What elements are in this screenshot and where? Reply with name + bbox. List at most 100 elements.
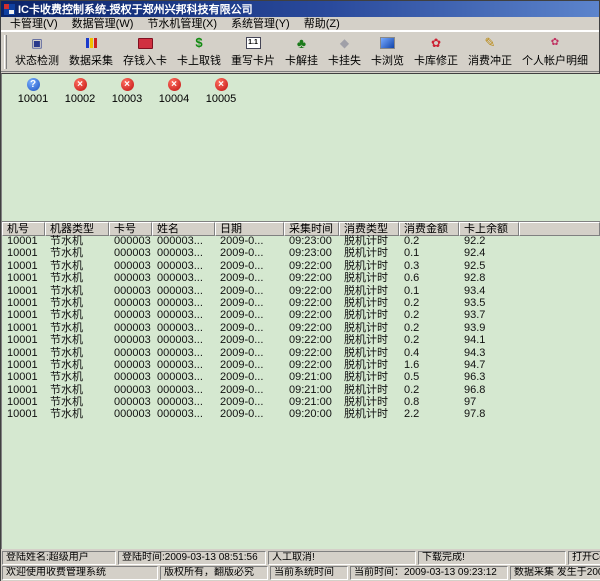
status-copyright: 版权所有，翻版必究 — [160, 566, 268, 580]
status-row-1: 登陆姓名:超级用户登陆时间:2009-03-13 08:51:56人工取消!下载… — [1, 551, 600, 565]
menu-bar: 卡管理(V)数据管理(W)节水机管理(X)系统管理(Y)帮助(Z) — [1, 17, 599, 31]
column-header-7[interactable]: 消费金额 — [399, 222, 459, 236]
table-row[interactable]: 10001节水机000003000003...2009-0...09:23:00… — [2, 247, 600, 259]
status-com-port: 打开Com3失 — [568, 551, 600, 565]
toolbar-button-label: 卡解挂 — [285, 52, 318, 68]
toolbar-button-label: 卡上取钱 — [177, 52, 221, 68]
column-header-2[interactable]: 卡号 — [109, 222, 152, 236]
table-row[interactable]: 10001节水机000003000003...2009-0...09:22:00… — [2, 297, 600, 309]
status-welcome: 欢迎使用收费管理系统 — [2, 566, 158, 580]
table-row[interactable]: 10001节水机000003000003...2009-0...09:22:00… — [2, 359, 600, 371]
data-collect-icon — [83, 35, 99, 51]
deposit-card-button[interactable]: 存钱入卡 — [119, 34, 171, 69]
personal-account-button[interactable]: 个人帐户明细 — [518, 34, 592, 69]
table-row[interactable]: 10001节水机000003000003...2009-0...09:21:00… — [2, 371, 600, 383]
table-cell: 节水机 — [45, 384, 109, 396]
table-cell: 09:22:00 — [284, 285, 339, 297]
table-cell: 0.2 — [399, 322, 459, 334]
data-collect-button[interactable]: 数据采集 — [65, 34, 117, 69]
menu-item-3[interactable]: 系统管理(Y) — [224, 17, 297, 31]
status-collect-event: 数据采集 发生于2009 — [510, 566, 600, 580]
table-cell: 2009-0... — [215, 309, 284, 321]
column-header-5[interactable]: 采集时间 — [284, 222, 339, 236]
table-cell: 09:22:00 — [284, 322, 339, 334]
status-systime-label: 当前系统时间 — [270, 566, 348, 580]
machine-item-10004[interactable]: ×10004 — [151, 78, 197, 105]
table-cell: 节水机 — [45, 347, 109, 359]
table-row[interactable]: 10001节水机000003000003...2009-0...09:21:00… — [2, 384, 600, 396]
status-check-button[interactable]: 状态检测 — [11, 34, 63, 69]
consume-reverse-button[interactable]: 消费冲正 — [464, 34, 516, 69]
table-cell: 000003 — [109, 334, 152, 346]
status-login-time: 登陆时间:2009-03-13 08:51:56 — [118, 551, 266, 565]
table-cell: 节水机 — [45, 309, 109, 321]
table-cell: 2009-0... — [215, 396, 284, 408]
table-cell: 93.5 — [459, 297, 519, 309]
column-header-6[interactable]: 消费类型 — [339, 222, 399, 236]
column-header-1[interactable]: 机器类型 — [45, 222, 109, 236]
machine-id-label: 10004 — [159, 93, 190, 105]
table-row[interactable]: 10001节水机000003000003...2009-0...09:22:00… — [2, 285, 600, 297]
table-cell: 97 — [459, 396, 519, 408]
table-cell: 2009-0... — [215, 347, 284, 359]
table-cell: 000003... — [152, 272, 215, 284]
card-unfreeze-button[interactable]: 卡解挂 — [281, 34, 322, 69]
table-row[interactable]: 10001节水机000003000003...2009-0...09:22:00… — [2, 322, 600, 334]
table-cell: 92.5 — [459, 260, 519, 272]
menu-item-0[interactable]: 卡管理(V) — [3, 17, 65, 31]
table-cell: 09:21:00 — [284, 371, 339, 383]
table-cell: 000003 — [109, 285, 152, 297]
machine-item-10003[interactable]: ×10003 — [104, 78, 150, 105]
machine-item-10005[interactable]: ×10005 — [198, 78, 244, 105]
toolbar-gripper[interactable] — [4, 35, 7, 69]
table-row[interactable]: 10001节水机000003000003...2009-0...09:22:00… — [2, 334, 600, 346]
table-row[interactable]: 10001节水机000003000003...2009-0...09:22:00… — [2, 309, 600, 321]
table-cell: 10001 — [2, 272, 45, 284]
table-cell: 0.2 — [399, 384, 459, 396]
table-cell: 93.9 — [459, 322, 519, 334]
table-row[interactable]: 10001节水机000003000003...2009-0...09:22:00… — [2, 260, 600, 272]
table-row[interactable]: 10001节水机000003000003...2009-0...09:22:00… — [2, 272, 600, 284]
table-cell: 000003 — [109, 260, 152, 272]
error-status-icon: × — [74, 78, 87, 91]
column-header-3[interactable]: 姓名 — [152, 222, 215, 236]
toolbar-button-label: 个人帐户明细 — [522, 52, 588, 68]
card-db-fix-button[interactable]: 卡库修正 — [410, 34, 462, 69]
menu-item-2[interactable]: 节水机管理(X) — [140, 17, 224, 31]
table-cell: 脱机计时 — [339, 309, 399, 321]
table-cell: 09:22:00 — [284, 359, 339, 371]
menu-item-1[interactable]: 数据管理(W) — [65, 17, 141, 31]
table-row[interactable]: 10001节水机000003000003...2009-0...09:21:00… — [2, 396, 600, 408]
table-cell: 节水机 — [45, 408, 109, 420]
table-cell: 节水机 — [45, 247, 109, 259]
table-row[interactable]: 10001节水机000003000003...2009-0...09:22:00… — [2, 347, 600, 359]
app-window: IC卡收费控制系统-授权于郑州兴邦科技有限公司 卡管理(V)数据管理(W)节水机… — [0, 0, 600, 581]
table-cell: 10001 — [2, 260, 45, 272]
table-cell: 2009-0... — [215, 384, 284, 396]
card-unfreeze-icon — [294, 35, 310, 51]
column-header-4[interactable]: 日期 — [215, 222, 284, 236]
table-cell: 0.5 — [399, 371, 459, 383]
card-browse-button[interactable]: 卡浏览 — [367, 34, 408, 69]
card-db-fix-icon — [428, 35, 444, 51]
table-cell: 000003 — [109, 396, 152, 408]
machine-item-10002[interactable]: ×10002 — [57, 78, 103, 105]
rewrite-card-button[interactable]: 重写卡片 — [227, 34, 279, 69]
status-row-2: 欢迎使用收费管理系统版权所有，翻版必究当前系统时间当前时间：2009-03-13… — [1, 566, 600, 580]
menu-item-4[interactable]: 帮助(Z) — [297, 17, 347, 31]
table-row[interactable]: 10001节水机000003000003...2009-0...09:20:00… — [2, 408, 600, 420]
table-row[interactable]: 10001节水机000003000003...2009-0...09:23:00… — [2, 235, 600, 247]
table-cell: 09:23:00 — [284, 235, 339, 247]
withdraw-card-button[interactable]: 卡上取钱 — [173, 34, 225, 69]
table-cell: 94.7 — [459, 359, 519, 371]
table-cell: 1.6 — [399, 359, 459, 371]
card-report-loss-button[interactable]: 卡挂失 — [324, 34, 365, 69]
table-cell: 2009-0... — [215, 322, 284, 334]
machine-item-10001[interactable]: ?10001 — [10, 78, 56, 105]
table-cell: 脱机计时 — [339, 235, 399, 247]
table-cell: 2009-0... — [215, 235, 284, 247]
table-cell: 0.4 — [399, 347, 459, 359]
column-header-0[interactable]: 机号 — [2, 222, 45, 236]
table-cell: 09:21:00 — [284, 396, 339, 408]
column-header-8[interactable]: 卡上余额 — [459, 222, 519, 236]
